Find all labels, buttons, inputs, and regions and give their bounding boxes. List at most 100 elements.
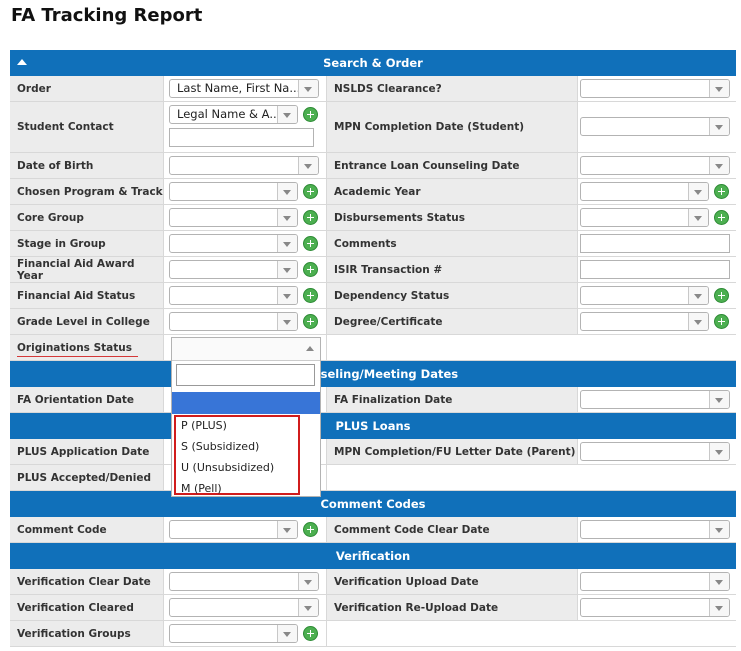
ver-groups-select[interactable] [169, 624, 298, 643]
disbursements-label: Disbursements Status [326, 205, 578, 230]
student-contact-label: Student Contact [10, 102, 164, 152]
empty-cell [326, 335, 736, 360]
chevron-down-icon [277, 106, 297, 123]
dropdown-option-pell[interactable]: M (Pell) [181, 482, 222, 495]
chevron-down-icon [709, 118, 729, 135]
chevron-down-icon [709, 391, 729, 408]
comment-clear-select[interactable] [580, 520, 730, 539]
entrance-counseling-select[interactable] [580, 156, 730, 175]
section-header-verification: Verification [10, 543, 736, 569]
isir-input[interactable] [580, 260, 730, 279]
academic-year-label: Academic Year [326, 179, 578, 204]
program-label: Chosen Program & Track [10, 179, 164, 204]
dropdown-option-subsidized[interactable]: S (Subsidized) [181, 440, 259, 453]
ver-reupload-select[interactable] [580, 598, 730, 617]
chevron-down-icon [709, 443, 729, 460]
ver-cleared-select[interactable] [169, 598, 319, 617]
dropdown-search-input[interactable] [176, 364, 315, 386]
add-icon[interactable] [304, 627, 317, 640]
dropdown-option-blank-highlighted[interactable] [172, 392, 320, 414]
add-icon[interactable] [304, 263, 317, 276]
mpn-student-label: MPN Completion Date (Student) [326, 102, 578, 152]
chevron-down-icon [688, 183, 708, 200]
form-row: Originations Status [10, 335, 736, 361]
add-icon[interactable] [715, 185, 728, 198]
order-select[interactable]: Last Name, First Na... [169, 79, 319, 98]
fa-status-label: Financial Aid Status [10, 283, 164, 308]
stage-select[interactable] [169, 234, 298, 253]
chevron-down-icon [277, 287, 297, 304]
section-title: Search & Order [323, 56, 423, 70]
section-header-comment: Comment Codes [10, 491, 736, 517]
fa-status-select[interactable] [169, 286, 298, 305]
degree-select[interactable] [580, 312, 709, 331]
form-row: PLUS Application Date MPN Completion/FU … [10, 439, 736, 465]
form-row: FA Orientation Date FA Finalization Date [10, 387, 736, 413]
chevron-down-icon [298, 573, 318, 590]
add-icon[interactable] [715, 289, 728, 302]
collapse-caret-icon[interactable] [17, 59, 27, 65]
form-row: Verification Groups [10, 621, 736, 647]
options-callout-box: P (PLUS) S (Subsidized) U (Unsubsidized)… [174, 415, 300, 495]
dependency-label: Dependency Status [326, 283, 578, 308]
fa-finalization-select[interactable] [580, 390, 730, 409]
add-icon[interactable] [304, 211, 317, 224]
add-icon[interactable] [304, 185, 317, 198]
add-icon[interactable] [304, 289, 317, 302]
chevron-down-icon [688, 287, 708, 304]
form-row: Chosen Program & Track Academic Year [10, 179, 736, 205]
add-icon[interactable] [715, 315, 728, 328]
mpn-parent-select[interactable] [580, 442, 730, 461]
add-icon[interactable] [304, 237, 317, 250]
ver-upload-select[interactable] [580, 572, 730, 591]
grade-select[interactable] [169, 312, 298, 331]
add-icon[interactable] [304, 108, 317, 121]
chevron-down-icon [277, 521, 297, 538]
form-row: Verification Cleared Verification Re-Upl… [10, 595, 736, 621]
chevron-down-icon [277, 625, 297, 642]
core-group-select[interactable] [169, 208, 298, 227]
comments-input[interactable] [580, 234, 730, 253]
originations-dropdown[interactable]: P (PLUS) S (Subsidized) U (Unsubsidized)… [171, 337, 321, 497]
entrance-counseling-label: Entrance Loan Counseling Date [326, 153, 578, 178]
order-label: Order [10, 76, 164, 101]
disbursements-select[interactable] [580, 208, 709, 227]
isir-label: ISIR Transaction # [326, 257, 578, 282]
form-row: Order Last Name, First Na... NSLDS Clear… [10, 76, 736, 102]
chevron-down-icon [709, 157, 729, 174]
program-select[interactable] [169, 182, 298, 201]
section-header-search-order[interactable]: Search & Order [10, 50, 736, 76]
form-row: Comment Code Comment Code Clear Date [10, 517, 736, 543]
award-year-label: Financial Aid Award Year [10, 257, 164, 282]
nslds-clearance-select[interactable] [580, 79, 730, 98]
student-contact-select[interactable]: Legal Name & A... [169, 105, 298, 124]
section-header-counseling: Counseling/Meeting Dates [10, 361, 736, 387]
dependency-select[interactable] [580, 286, 709, 305]
add-icon[interactable] [304, 523, 317, 536]
dropdown-option-plus[interactable]: P (PLUS) [181, 419, 227, 432]
fa-tracking-form: Search & Order Order Last Name, First Na… [10, 50, 736, 647]
dob-select[interactable] [169, 156, 319, 175]
empty-cell [326, 621, 736, 646]
comment-code-select[interactable] [169, 520, 298, 539]
originations-select-open[interactable] [172, 338, 320, 361]
add-icon[interactable] [304, 315, 317, 328]
academic-year-select[interactable] [580, 182, 709, 201]
form-row: Stage in Group Comments [10, 231, 736, 257]
comments-label: Comments [326, 231, 578, 256]
nslds-clearance-label: NSLDS Clearance? [326, 76, 578, 101]
fa-orientation-label: FA Orientation Date [10, 387, 164, 412]
student-contact-input[interactable] [169, 128, 314, 147]
award-year-select[interactable] [169, 260, 298, 279]
chevron-down-icon [709, 521, 729, 538]
red-underline [17, 356, 138, 357]
form-row: Date of Birth Entrance Loan Counseling D… [10, 153, 736, 179]
fa-finalization-label: FA Finalization Date [326, 387, 578, 412]
chevron-down-icon [277, 261, 297, 278]
add-icon[interactable] [715, 211, 728, 224]
ver-reupload-label: Verification Re-Upload Date [326, 595, 578, 620]
ver-clear-date-select[interactable] [169, 572, 319, 591]
mpn-student-select[interactable] [580, 117, 730, 136]
dropdown-option-unsubsidized[interactable]: U (Unsubsidized) [181, 461, 274, 474]
core-group-label: Core Group [10, 205, 164, 230]
